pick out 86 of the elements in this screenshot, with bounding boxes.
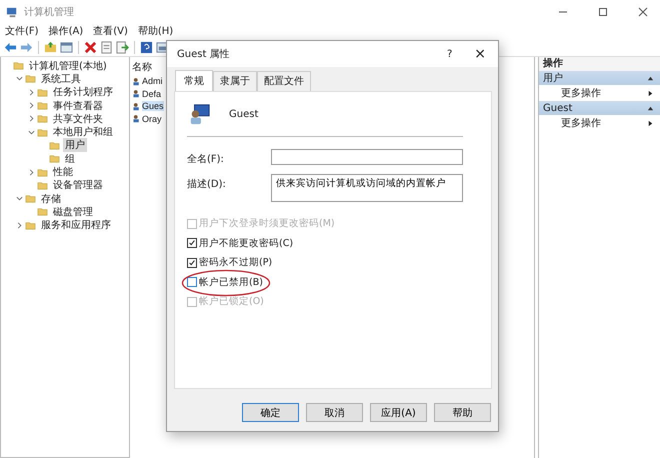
collapse-icon[interactable]	[16, 195, 23, 202]
tree-item[interactable]: 用户	[63, 138, 87, 152]
collapse-icon[interactable]	[647, 104, 654, 112]
folder-icon	[37, 180, 48, 191]
window-title: 计算机管理	[24, 6, 74, 19]
help-icon[interactable]	[140, 40, 153, 54]
collapse-icon[interactable]	[16, 75, 23, 82]
folder-icon	[13, 60, 24, 72]
folder-icon	[37, 86, 48, 98]
folder-icon	[25, 193, 36, 204]
tree-item[interactable]: 磁盘管理	[51, 204, 95, 219]
expand-icon[interactable]	[28, 88, 35, 96]
checkbox[interactable]: 用户不能更改密码(C)	[187, 236, 294, 250]
tree-item[interactable]: 设备管理器	[51, 178, 105, 192]
check-icon	[188, 258, 196, 267]
tree-item[interactable]: 事件查看器	[51, 98, 105, 113]
expand-icon[interactable]	[28, 102, 35, 110]
user-row[interactable]: Defa	[142, 88, 162, 99]
dialog-title: Guest 属性	[177, 48, 230, 61]
folder-icon	[49, 140, 60, 151]
user-icon	[132, 89, 141, 98]
tab[interactable]: 配置文件	[257, 71, 311, 91]
user-computer-icon	[189, 103, 211, 125]
close-icon[interactable]	[638, 7, 648, 17]
menu-item[interactable]: 操作(A)	[48, 24, 84, 38]
delete-icon[interactable]	[84, 40, 97, 54]
field-label: 全名(F):	[187, 153, 225, 166]
tab[interactable]: 常规	[175, 70, 213, 91]
folder-icon	[37, 113, 48, 124]
check-icon	[188, 239, 196, 248]
maximize-button[interactable]	[598, 7, 608, 17]
submenu-arrow-icon	[647, 90, 654, 96]
dialog-button[interactable]: 取消	[306, 403, 363, 422]
folder-icon	[49, 153, 60, 164]
close-button[interactable]: ×	[474, 46, 486, 62]
user-row[interactable]: Oray	[142, 114, 162, 124]
user-row[interactable]: Gues	[142, 101, 164, 112]
folder-icon	[25, 220, 36, 231]
input-field[interactable]	[271, 149, 463, 165]
action-item[interactable]: 更多操作	[561, 116, 601, 130]
folder-icon	[25, 73, 36, 84]
properties-icon[interactable]	[100, 40, 113, 54]
user-icon	[132, 76, 141, 86]
folder-icon	[37, 166, 48, 178]
action-section-header[interactable]: Guest	[539, 101, 660, 115]
folder-icon	[37, 126, 48, 138]
user-icon	[132, 114, 141, 124]
expand-icon[interactable]	[28, 115, 35, 122]
checkbox[interactable]: 密码永不过期(P)	[187, 256, 272, 270]
submenu-arrow-icon	[647, 120, 654, 126]
user-name: Guest	[229, 108, 258, 120]
tree-item[interactable]: 计算机管理(本地)	[27, 58, 109, 73]
input-field[interactable]: 供来宾访问计算机或访问域的内置帐户	[271, 174, 463, 202]
tree-item[interactable]: 组	[63, 152, 77, 166]
expand-icon[interactable]	[28, 168, 35, 176]
menu-item[interactable]: 查看(V)	[93, 24, 128, 38]
user-row[interactable]: Admi	[142, 76, 163, 86]
back-arrow-icon[interactable]	[4, 40, 17, 54]
expand-icon[interactable]	[16, 222, 23, 229]
folder-icon	[37, 206, 48, 218]
action-section-header[interactable]: 用户	[539, 71, 660, 85]
tree-item[interactable]: 本地用户和组	[51, 125, 115, 140]
computer-icon	[6, 6, 19, 18]
dialog-button[interactable]: 确定	[242, 403, 299, 422]
tree-item[interactable]: 共享文件夹	[51, 112, 105, 126]
folder-icon	[37, 100, 48, 112]
dialog-button[interactable]: 帮助	[434, 403, 491, 422]
tab[interactable]: 隶属于	[213, 71, 257, 91]
collapse-icon[interactable]	[28, 128, 35, 136]
help-button[interactable]: ?	[446, 48, 452, 60]
export-icon[interactable]	[116, 40, 129, 54]
tree-item[interactable]: 性能	[51, 165, 75, 180]
folder-up-icon[interactable]	[44, 40, 57, 54]
console-icon[interactable]	[60, 40, 73, 54]
tree-item[interactable]: 系统工具	[39, 72, 83, 86]
menu-item[interactable]: 文件(F)	[5, 24, 39, 38]
tree-item[interactable]: 服务和应用程序	[39, 218, 113, 232]
field-label: 描述(D):	[187, 178, 227, 191]
dialog-button[interactable]: 应用(A)	[370, 403, 427, 422]
menu-item[interactable]: 帮助(H)	[138, 24, 174, 38]
user-icon	[132, 102, 141, 111]
action-item[interactable]: 更多操作	[561, 86, 601, 100]
collapse-icon[interactable]	[647, 74, 654, 82]
tree-item[interactable]: 任务计划程序	[51, 85, 115, 100]
tree-item[interactable]: 存储	[39, 192, 63, 206]
actions-header: 操作	[539, 57, 660, 71]
